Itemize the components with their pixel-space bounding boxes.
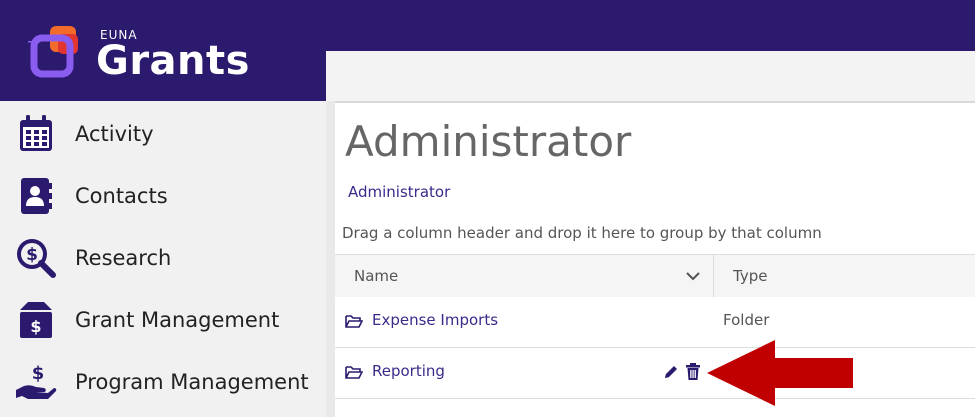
- sidebar: Activity Contacts $ Research $ Grant Man…: [0, 101, 326, 417]
- table-row[interactable]: Reporting: [335, 348, 975, 399]
- sidebar-item-contacts[interactable]: Contacts: [0, 166, 326, 226]
- sidebar-item-label: Activity: [75, 122, 154, 146]
- sidebar-item-research[interactable]: $ Research: [0, 228, 326, 288]
- header-strip: [326, 51, 975, 103]
- row-name-link[interactable]: Reporting: [372, 362, 445, 380]
- sidebar-item-label: Grant Management: [75, 308, 280, 332]
- sidebar-item-label: Contacts: [75, 184, 168, 208]
- pencil-icon[interactable]: [663, 364, 679, 380]
- euna-logo-icon: [28, 26, 78, 78]
- folder-open-icon: [345, 366, 363, 379]
- sidebar-item-activity[interactable]: Activity: [0, 104, 326, 164]
- sidebar-item-program-management[interactable]: $ Program Management: [0, 352, 326, 412]
- breadcrumb[interactable]: Administrator: [348, 183, 450, 201]
- money-box-icon: $: [14, 298, 58, 342]
- svg-text:$: $: [30, 317, 41, 336]
- grid-header: Name Type: [335, 254, 975, 298]
- brand-name: Grants: [96, 38, 250, 84]
- sidebar-item-label: Program Management: [75, 370, 309, 394]
- table-row[interactable]: Expense Imports Folder: [335, 297, 975, 348]
- calendar-icon: [14, 112, 58, 156]
- row-name-link[interactable]: Expense Imports: [372, 311, 498, 329]
- contact-book-icon: [14, 174, 58, 218]
- annotation-arrow-icon: [707, 340, 853, 406]
- sidebar-divider: [326, 101, 335, 417]
- svg-text:$: $: [32, 363, 45, 384]
- folder-open-icon: [345, 315, 363, 328]
- hand-dollar-icon: $: [14, 360, 58, 404]
- column-header-name[interactable]: Name: [354, 267, 398, 285]
- sidebar-item-grant-management[interactable]: $ Grant Management: [0, 290, 326, 350]
- trash-icon[interactable]: [685, 363, 701, 381]
- group-by-drop-zone[interactable]: Drag a column header and drop it here to…: [342, 224, 822, 242]
- dollar-search-icon: $: [14, 236, 58, 280]
- row-type: Folder: [723, 311, 770, 329]
- page-title: Administrator: [345, 117, 632, 166]
- column-separator[interactable]: [713, 255, 714, 297]
- svg-text:$: $: [26, 245, 38, 265]
- sidebar-item-label: Research: [75, 246, 172, 270]
- column-header-type[interactable]: Type: [733, 267, 767, 285]
- logo-panel: EUNA Grants: [0, 0, 326, 101]
- main-content: Administrator Administrator Drag a colum…: [335, 103, 975, 417]
- chevron-down-icon[interactable]: [685, 270, 701, 282]
